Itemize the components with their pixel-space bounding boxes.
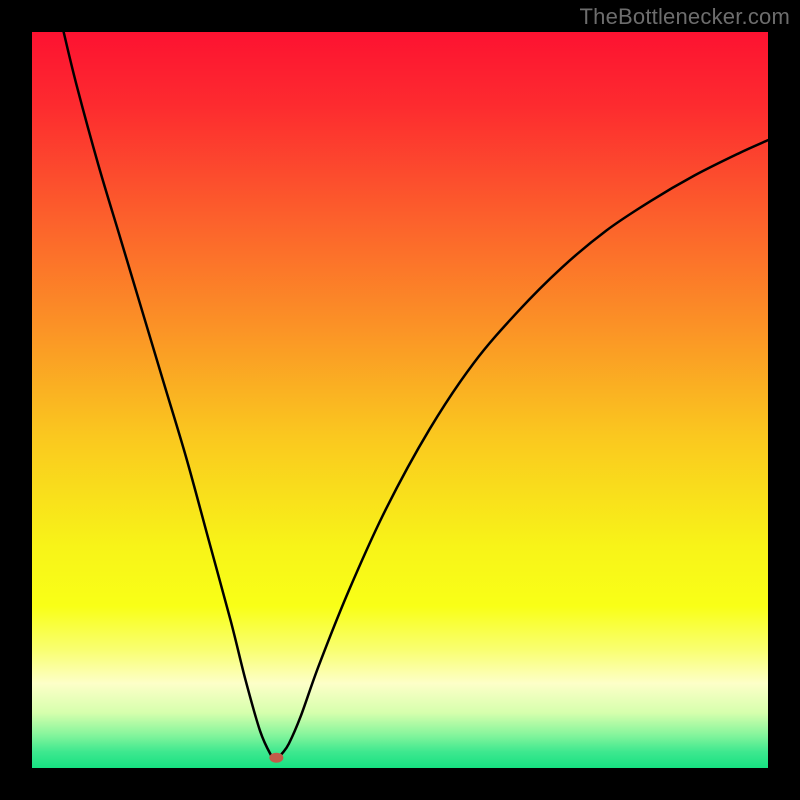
- optimal-point-marker: [269, 753, 283, 763]
- watermark-text: TheBottlenecker.com: [580, 4, 790, 30]
- chart-frame: TheBottlenecker.com: [0, 0, 800, 800]
- chart-background: [32, 32, 768, 768]
- chart-svg: [32, 32, 768, 768]
- chart-plot-area: [32, 32, 768, 768]
